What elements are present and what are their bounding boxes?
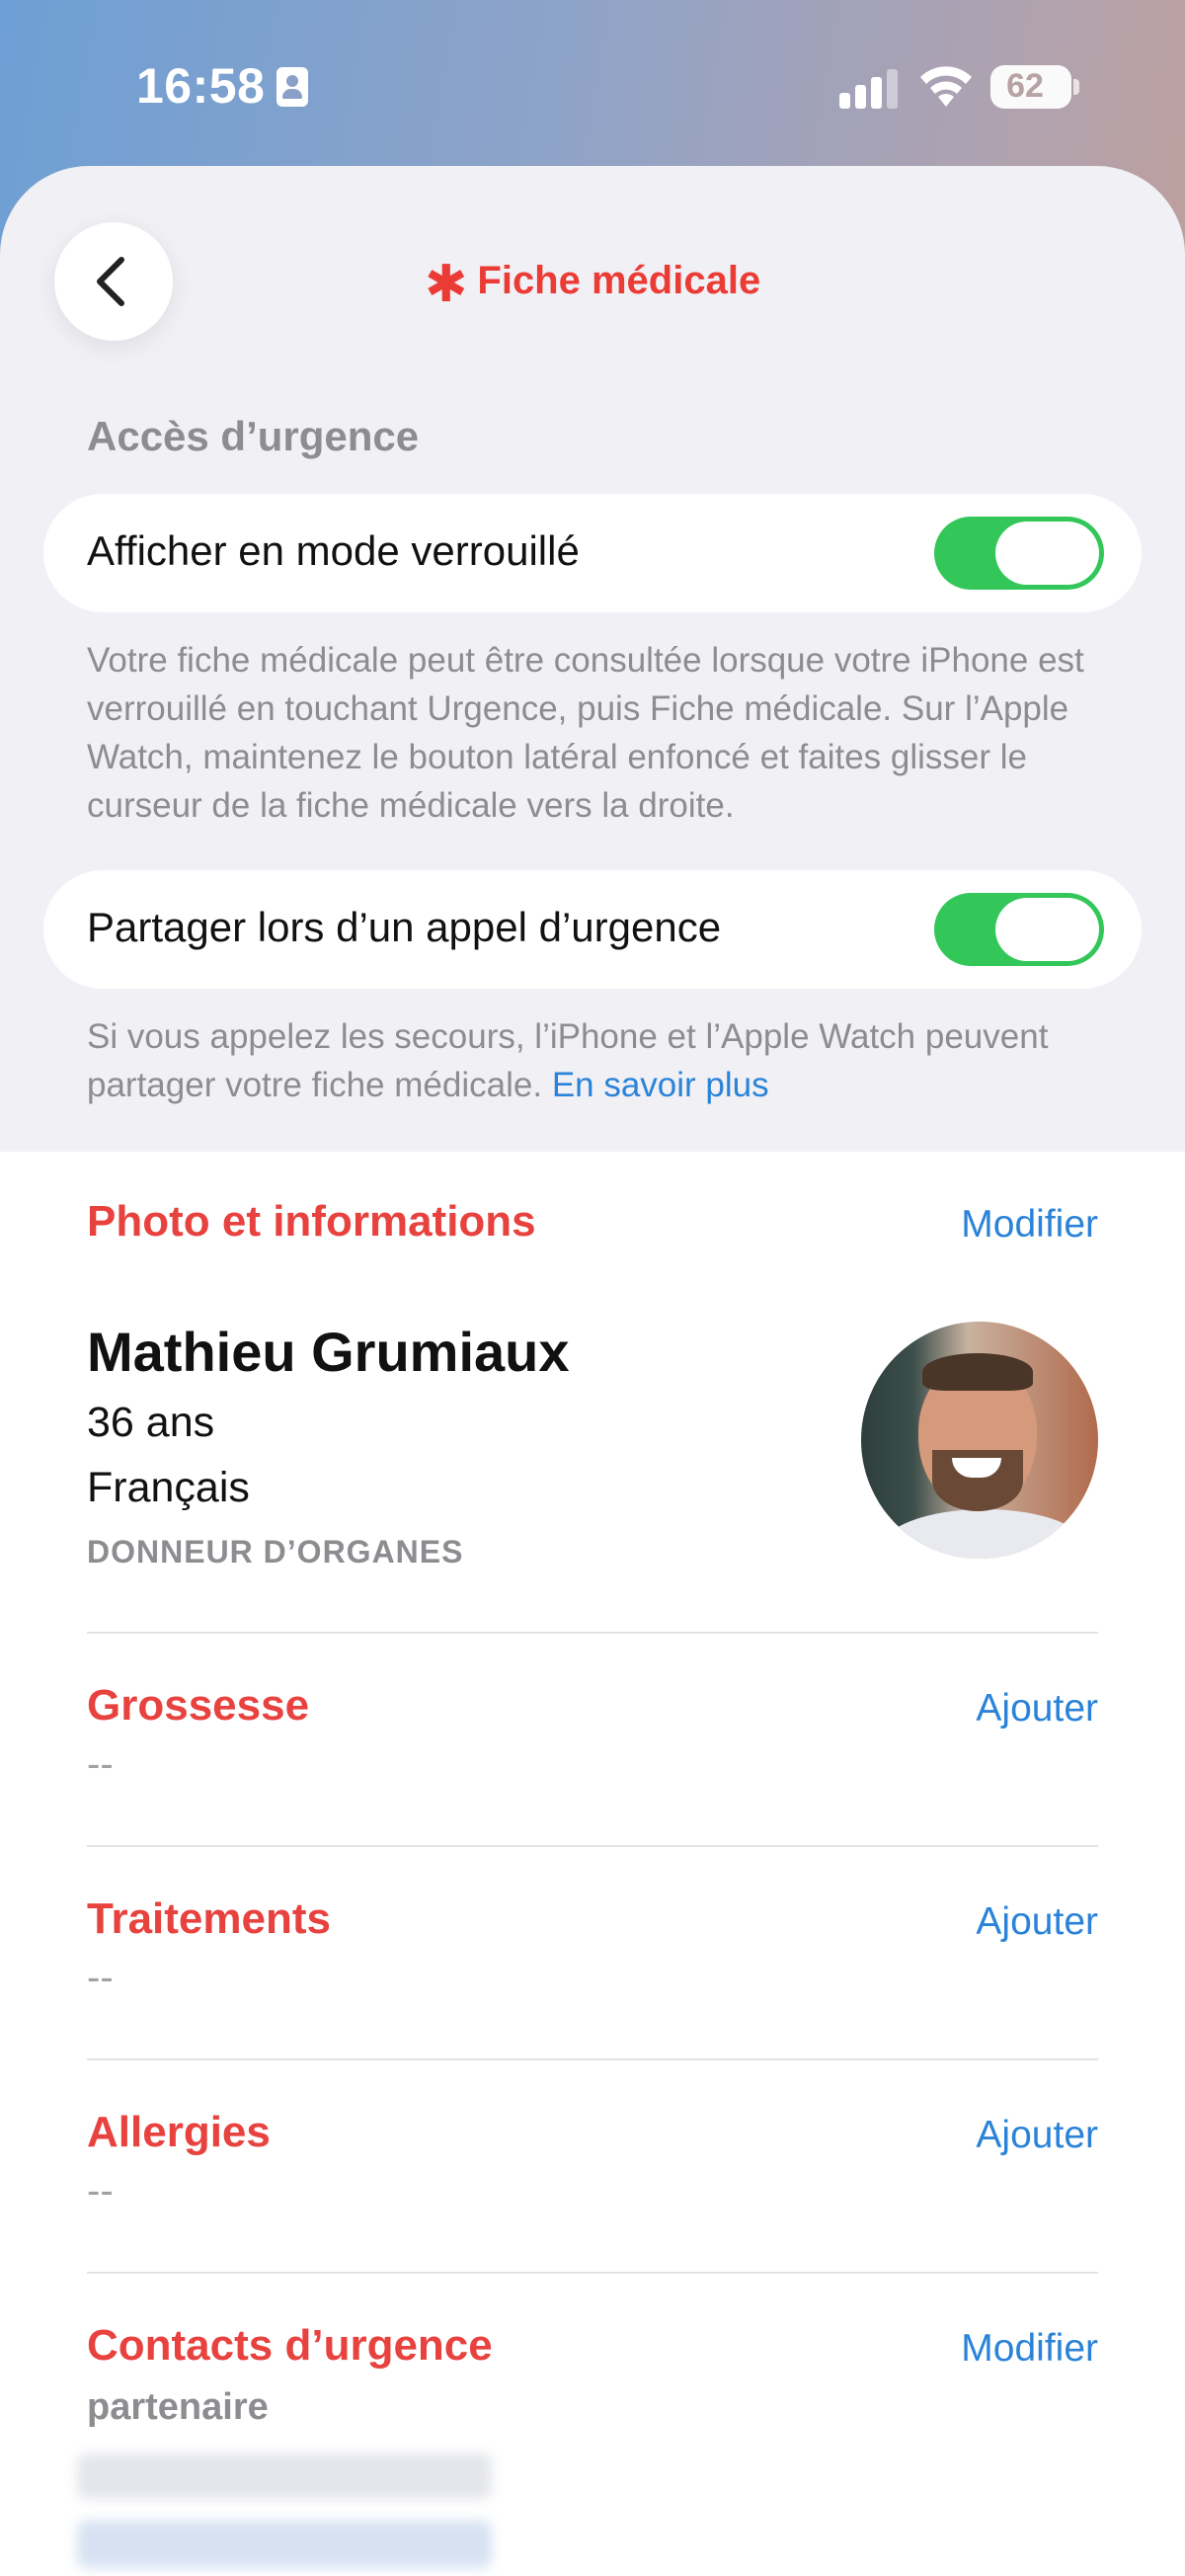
toggle-knob xyxy=(995,898,1099,961)
edit-profile-button[interactable]: Modifier xyxy=(961,1203,1098,1247)
person-age: 36 ans xyxy=(87,1399,215,1446)
lock-screen-note: Votre fiche médicale peut être consultée… xyxy=(87,641,1084,825)
add-pregnancy-button[interactable]: Ajouter xyxy=(976,1687,1098,1731)
battery-level: 62 xyxy=(1006,67,1044,105)
organ-donor-label: DONNEUR D’ORGANES xyxy=(87,1534,464,1570)
medical-id-sheet: ✱ Fiche médicale Accès d’urgence Afficher… xyxy=(0,166,1185,2576)
divider xyxy=(87,2058,1098,2060)
avatar[interactable] xyxy=(861,1322,1098,1559)
status-bar: 16:58 62 xyxy=(0,0,1185,168)
person-language: Français xyxy=(87,1464,250,1511)
emergency-access-header: Accès d’urgence xyxy=(87,413,420,459)
cellular-signal-icon xyxy=(839,69,899,109)
divider xyxy=(87,1632,1098,1634)
allergies-title: Allergies xyxy=(87,2108,271,2156)
divider xyxy=(87,1845,1098,1847)
share-call-row: Partager lors d’un appel d’urgence xyxy=(43,870,1142,989)
person-name: Mathieu Grumiaux xyxy=(87,1321,570,1383)
page-title-text: Fiche médicale xyxy=(477,259,761,302)
medical-asterisk-icon: ✱ xyxy=(424,256,468,313)
photo-info-title: Photo et informations xyxy=(87,1197,536,1246)
redacted-contact-name xyxy=(77,2454,492,2499)
divider xyxy=(87,2272,1098,2274)
contact-relation: partenaire xyxy=(87,2386,269,2428)
redacted-contact-number[interactable] xyxy=(77,2521,492,2568)
wifi-icon xyxy=(920,66,972,107)
treatments-title: Traitements xyxy=(87,1894,331,1943)
share-call-toggle[interactable] xyxy=(934,893,1104,966)
learn-more-link[interactable]: En savoir plus xyxy=(552,1066,769,1104)
pregnancy-title: Grossesse xyxy=(87,1681,310,1730)
emergency-contacts-title: Contacts d’urgence xyxy=(87,2321,493,2370)
page-title: ✱ Fiche médicale xyxy=(0,255,1185,314)
toggle-knob xyxy=(995,522,1099,585)
medical-info-card: Photo et informations Modifier Mathieu G… xyxy=(0,1152,1185,2576)
share-call-note: Si vous appelez les secours, l’iPhone et… xyxy=(87,1012,1114,1109)
pregnancy-value: -- xyxy=(87,1742,114,1786)
add-allergy-button[interactable]: Ajouter xyxy=(976,2114,1098,2157)
battery-tip xyxy=(1073,79,1079,95)
edit-contacts-button[interactable]: Modifier xyxy=(961,2327,1098,2371)
allergies-value: -- xyxy=(87,2169,114,2213)
treatments-value: -- xyxy=(87,1956,114,1999)
lock-screen-toggle[interactable] xyxy=(934,517,1104,590)
status-time: 16:58 xyxy=(136,58,266,114)
lock-screen-label: Afficher en mode verrouillé xyxy=(87,527,580,574)
share-call-label: Partager lors d’un appel d’urgence xyxy=(87,904,722,950)
battery-icon: 62 xyxy=(990,65,1071,109)
add-treatment-button[interactable]: Ajouter xyxy=(976,1900,1098,1944)
id-card-icon xyxy=(276,67,308,107)
lock-screen-row: Afficher en mode verrouillé xyxy=(43,494,1142,612)
